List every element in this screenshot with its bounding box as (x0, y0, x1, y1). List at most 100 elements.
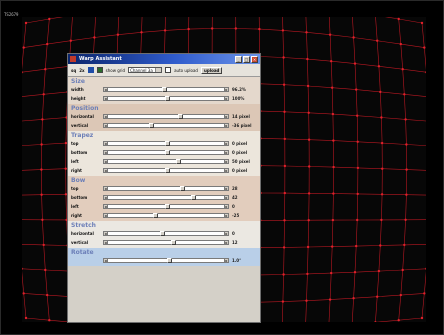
window-buttons: _ □ × (235, 55, 258, 63)
corner-label: TS2679 (4, 12, 19, 17)
slider-thumb[interactable] (165, 150, 170, 155)
arrow-right-icon[interactable]: ▸ (224, 231, 229, 236)
arrow-left-icon[interactable]: ◂ (103, 204, 108, 209)
sq-button[interactable]: sq (71, 68, 76, 73)
adjust-label: horizontal (71, 114, 94, 119)
slider-thumb[interactable] (165, 141, 170, 146)
slider-thumb[interactable] (180, 186, 185, 191)
adjust-row: top ◂ ▸ 0 pixel (68, 139, 260, 148)
adjust-slider[interactable]: ◂ ▸ (103, 240, 229, 245)
arrow-left-icon[interactable]: ◂ (103, 96, 108, 101)
arrow-left-icon[interactable]: ◂ (103, 141, 108, 146)
arrow-right-icon[interactable]: ▸ (224, 123, 229, 128)
adjust-row: top ◂ ▸ 28 (68, 184, 260, 193)
adjust-value: 1.0° (232, 258, 242, 263)
adjust-slider[interactable]: ◂ ▸ (103, 141, 229, 146)
title-bar[interactable]: Warp Assistant _ □ × (68, 54, 260, 64)
adjust-row: height ◂ ▸ 100% (68, 94, 260, 103)
adjust-label: left (71, 204, 79, 209)
arrow-left-icon[interactable]: ◂ (103, 258, 108, 263)
slider-thumb[interactable] (191, 195, 196, 200)
arrow-left-icon[interactable]: ◂ (103, 168, 108, 173)
adjust-slider[interactable]: ◂ ▸ (103, 186, 229, 191)
adjust-slider[interactable]: ◂ ▸ (103, 168, 229, 173)
arrow-right-icon[interactable]: ▸ (224, 141, 229, 146)
arrow-left-icon[interactable]: ◂ (103, 195, 108, 200)
slider-thumb[interactable] (165, 96, 170, 101)
arrow-left-icon[interactable]: ◂ (103, 159, 108, 164)
close-icon[interactable]: × (251, 55, 258, 63)
adjust-value: 42 (232, 195, 238, 200)
arrow-right-icon[interactable]: ▸ (224, 204, 229, 209)
adjust-slider[interactable]: ◂ ▸ (103, 123, 229, 128)
adjust-slider[interactable]: ◂ ▸ (103, 258, 229, 263)
arrow-right-icon[interactable]: ▸ (224, 150, 229, 155)
arrow-left-icon[interactable]: ◂ (103, 123, 108, 128)
adjust-label: right (71, 168, 82, 173)
maximize-icon[interactable]: □ (243, 55, 250, 63)
slider-thumb[interactable] (165, 168, 170, 173)
adjust-label: horizontal (71, 231, 94, 236)
adjust-slider[interactable]: ◂ ▸ (103, 114, 229, 119)
arrow-right-icon[interactable]: ▸ (224, 96, 229, 101)
arrow-right-icon[interactable]: ▸ (224, 87, 229, 92)
arrow-right-icon[interactable]: ▸ (224, 258, 229, 263)
adjust-slider[interactable]: ◂ ▸ (103, 204, 229, 209)
group-rotate: Rotate ◂ ▸ 1.0° (68, 248, 260, 266)
show-grid-checkbox[interactable] (96, 67, 103, 73)
arrow-left-icon[interactable]: ◂ (103, 231, 108, 236)
slider-thumb[interactable] (171, 240, 176, 245)
toolbar: sq 2x show grid Channel 3a auto upload u… (68, 64, 260, 77)
slider-thumb[interactable] (165, 204, 170, 209)
auto-upload-checkbox[interactable] (165, 67, 172, 73)
arrow-left-icon[interactable]: ◂ (103, 114, 108, 119)
save-icon[interactable] (87, 67, 94, 73)
window-title: Warp Assistant (79, 56, 122, 62)
minimize-icon[interactable]: _ (235, 55, 242, 63)
adjust-slider[interactable]: ◂ ▸ (103, 87, 229, 92)
adjust-label: top (71, 186, 79, 191)
arrow-right-icon[interactable]: ▸ (224, 114, 229, 119)
arrow-left-icon[interactable]: ◂ (103, 150, 108, 155)
slider-thumb[interactable] (153, 213, 158, 218)
group-title: Position (71, 104, 99, 112)
adjust-value: 0 (232, 204, 235, 209)
slider-thumb[interactable] (178, 114, 183, 119)
arrow-left-icon[interactable]: ◂ (103, 213, 108, 218)
chevron-down-icon[interactable] (155, 68, 162, 72)
adjust-slider[interactable]: ◂ ▸ (103, 213, 229, 218)
adjust-row: bottom ◂ ▸ 42 (68, 193, 260, 202)
group-size: Size width ◂ ▸ 96.2% height ◂ ▸ 100% (68, 77, 260, 104)
group-title: Trapez (71, 131, 94, 139)
adjustment-groups: Size width ◂ ▸ 96.2% height ◂ ▸ 100% Position hori… (68, 77, 260, 266)
arrow-right-icon[interactable]: ▸ (224, 168, 229, 173)
arrow-left-icon[interactable]: ◂ (103, 240, 108, 245)
slider-thumb[interactable] (167, 258, 172, 263)
adjust-value: 14 pixel (232, 114, 250, 119)
upload-button[interactable]: upload (200, 66, 223, 74)
slider-thumb[interactable] (160, 231, 165, 236)
adjust-slider[interactable]: ◂ ▸ (103, 159, 229, 164)
arrow-right-icon[interactable]: ▸ (224, 159, 229, 164)
slider-thumb[interactable] (149, 123, 154, 128)
adjust-row: width ◂ ▸ 96.2% (68, 85, 260, 94)
adjust-slider[interactable]: ◂ ▸ (103, 96, 229, 101)
channel-select[interactable]: Channel 3a (128, 67, 163, 73)
adjust-value: 0 (232, 231, 235, 236)
arrow-right-icon[interactable]: ▸ (224, 186, 229, 191)
arrow-left-icon[interactable]: ◂ (103, 186, 108, 191)
adjust-label: vertical (71, 123, 89, 128)
adjust-value: 100% (232, 96, 245, 101)
arrow-right-icon[interactable]: ▸ (224, 240, 229, 245)
two-x-button[interactable]: 2x (79, 68, 84, 73)
adjust-slider[interactable]: ◂ ▸ (103, 195, 229, 200)
arrow-right-icon[interactable]: ▸ (224, 213, 229, 218)
adjust-label: bottom (71, 195, 88, 200)
adjust-slider[interactable]: ◂ ▸ (103, 231, 229, 236)
arrow-right-icon[interactable]: ▸ (224, 195, 229, 200)
slider-thumb[interactable] (162, 87, 167, 92)
adjust-slider[interactable]: ◂ ▸ (103, 150, 229, 155)
app-icon (70, 56, 76, 62)
arrow-left-icon[interactable]: ◂ (103, 87, 108, 92)
slider-thumb[interactable] (176, 159, 181, 164)
